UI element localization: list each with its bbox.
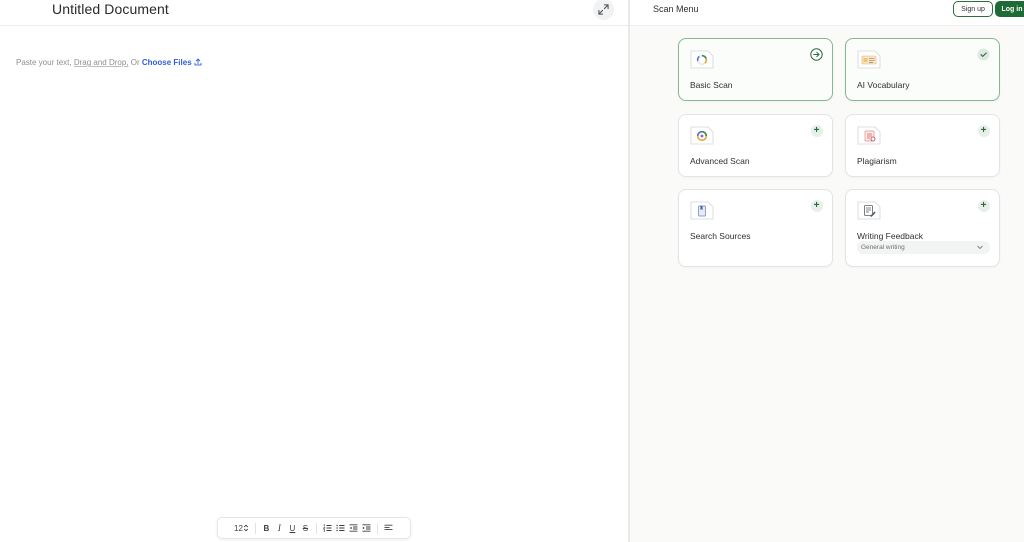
card-label: Advanced Scan xyxy=(690,156,750,166)
card-label: Plagiarism xyxy=(857,156,897,166)
strikethrough-button[interactable]: S xyxy=(299,520,312,536)
toolbar-divider xyxy=(315,522,317,534)
drag-and-drop-text: Drag and Drop, xyxy=(73,58,129,67)
writing-type-value: General writing xyxy=(861,244,905,251)
bold-button[interactable]: B xyxy=(260,520,273,536)
align-left-icon xyxy=(384,524,393,531)
scan-card-plagiarism[interactable]: Plagiarism + xyxy=(845,114,1000,177)
arrow-right-circle-icon[interactable] xyxy=(810,48,823,61)
scan-menu-title: Scan Menu xyxy=(653,4,699,14)
bullet-list-button[interactable] xyxy=(334,520,347,536)
formatting-toolbar: 12 B I U S xyxy=(217,517,411,539)
writing-type-select[interactable]: General writing xyxy=(857,241,990,254)
scan-card-writing-feedback[interactable]: Writing Feedback + General writing xyxy=(845,189,1000,267)
numbered-list-button[interactable] xyxy=(321,520,334,536)
indent-icon xyxy=(362,524,371,532)
ai-vocabulary-icon xyxy=(857,50,881,69)
scan-menu-pane: Scan Menu Sign up Log in Basic Scan AI V… xyxy=(630,0,1024,542)
outdent-icon xyxy=(349,524,358,532)
toolbar-divider xyxy=(254,522,256,534)
paste-hint-prefix: Paste your text, xyxy=(16,58,74,67)
choose-files-link[interactable]: Choose Files xyxy=(142,58,192,67)
plus-icon[interactable]: + xyxy=(977,199,990,212)
scan-card-ai-vocabulary[interactable]: AI Vocabulary xyxy=(845,38,1000,101)
paste-hint: Paste your text, Drag and Drop, Or Choos… xyxy=(16,58,202,67)
underline-button[interactable]: U xyxy=(286,520,299,536)
card-label: Basic Scan xyxy=(690,80,733,90)
card-label: AI Vocabulary xyxy=(857,80,910,90)
expand-arrows-icon xyxy=(598,4,609,15)
plagiarism-icon xyxy=(857,126,881,145)
document-title[interactable]: Untitled Document xyxy=(52,1,169,17)
bullet-list-icon xyxy=(336,524,345,532)
plus-icon[interactable]: + xyxy=(810,124,823,137)
chevron-down-icon xyxy=(977,245,983,250)
editor-header: Untitled Document xyxy=(0,0,629,26)
upload-icon[interactable] xyxy=(194,58,202,66)
log-in-button[interactable]: Log in xyxy=(995,1,1024,17)
sign-up-button[interactable]: Sign up xyxy=(953,1,993,17)
indent-button[interactable] xyxy=(360,520,373,536)
align-button[interactable] xyxy=(382,520,395,536)
scan-card-search-sources[interactable]: Search Sources + xyxy=(678,189,833,267)
card-label: Writing Feedback xyxy=(857,231,923,241)
basic-scan-icon xyxy=(690,50,714,69)
card-label: Search Sources xyxy=(690,231,751,241)
paste-hint-or: Or xyxy=(128,58,142,67)
editor-pane: Untitled Document Paste your text, Drag … xyxy=(0,0,629,542)
outdent-button[interactable] xyxy=(347,520,360,536)
advanced-scan-icon xyxy=(690,126,714,145)
font-size-value: 12 xyxy=(234,523,243,533)
scan-card-advanced-scan[interactable]: Advanced Scan + xyxy=(678,114,833,177)
app-root: Untitled Document Paste your text, Drag … xyxy=(0,0,1024,542)
italic-button[interactable]: I xyxy=(273,520,286,536)
numbered-list-icon xyxy=(322,524,332,532)
updown-chevron-icon xyxy=(243,524,249,532)
plus-icon[interactable]: + xyxy=(810,199,823,212)
scan-menu-header: Scan Menu Sign up Log in xyxy=(630,0,1024,26)
expand-button[interactable] xyxy=(593,0,614,20)
check-circle-icon[interactable] xyxy=(977,48,990,61)
scan-card-basic-scan[interactable]: Basic Scan xyxy=(678,38,833,101)
font-size-select[interactable]: 12 xyxy=(232,520,251,536)
toolbar-divider xyxy=(376,522,378,534)
search-sources-icon xyxy=(690,201,714,220)
plus-icon[interactable]: + xyxy=(977,124,990,137)
writing-feedback-icon xyxy=(857,201,881,220)
